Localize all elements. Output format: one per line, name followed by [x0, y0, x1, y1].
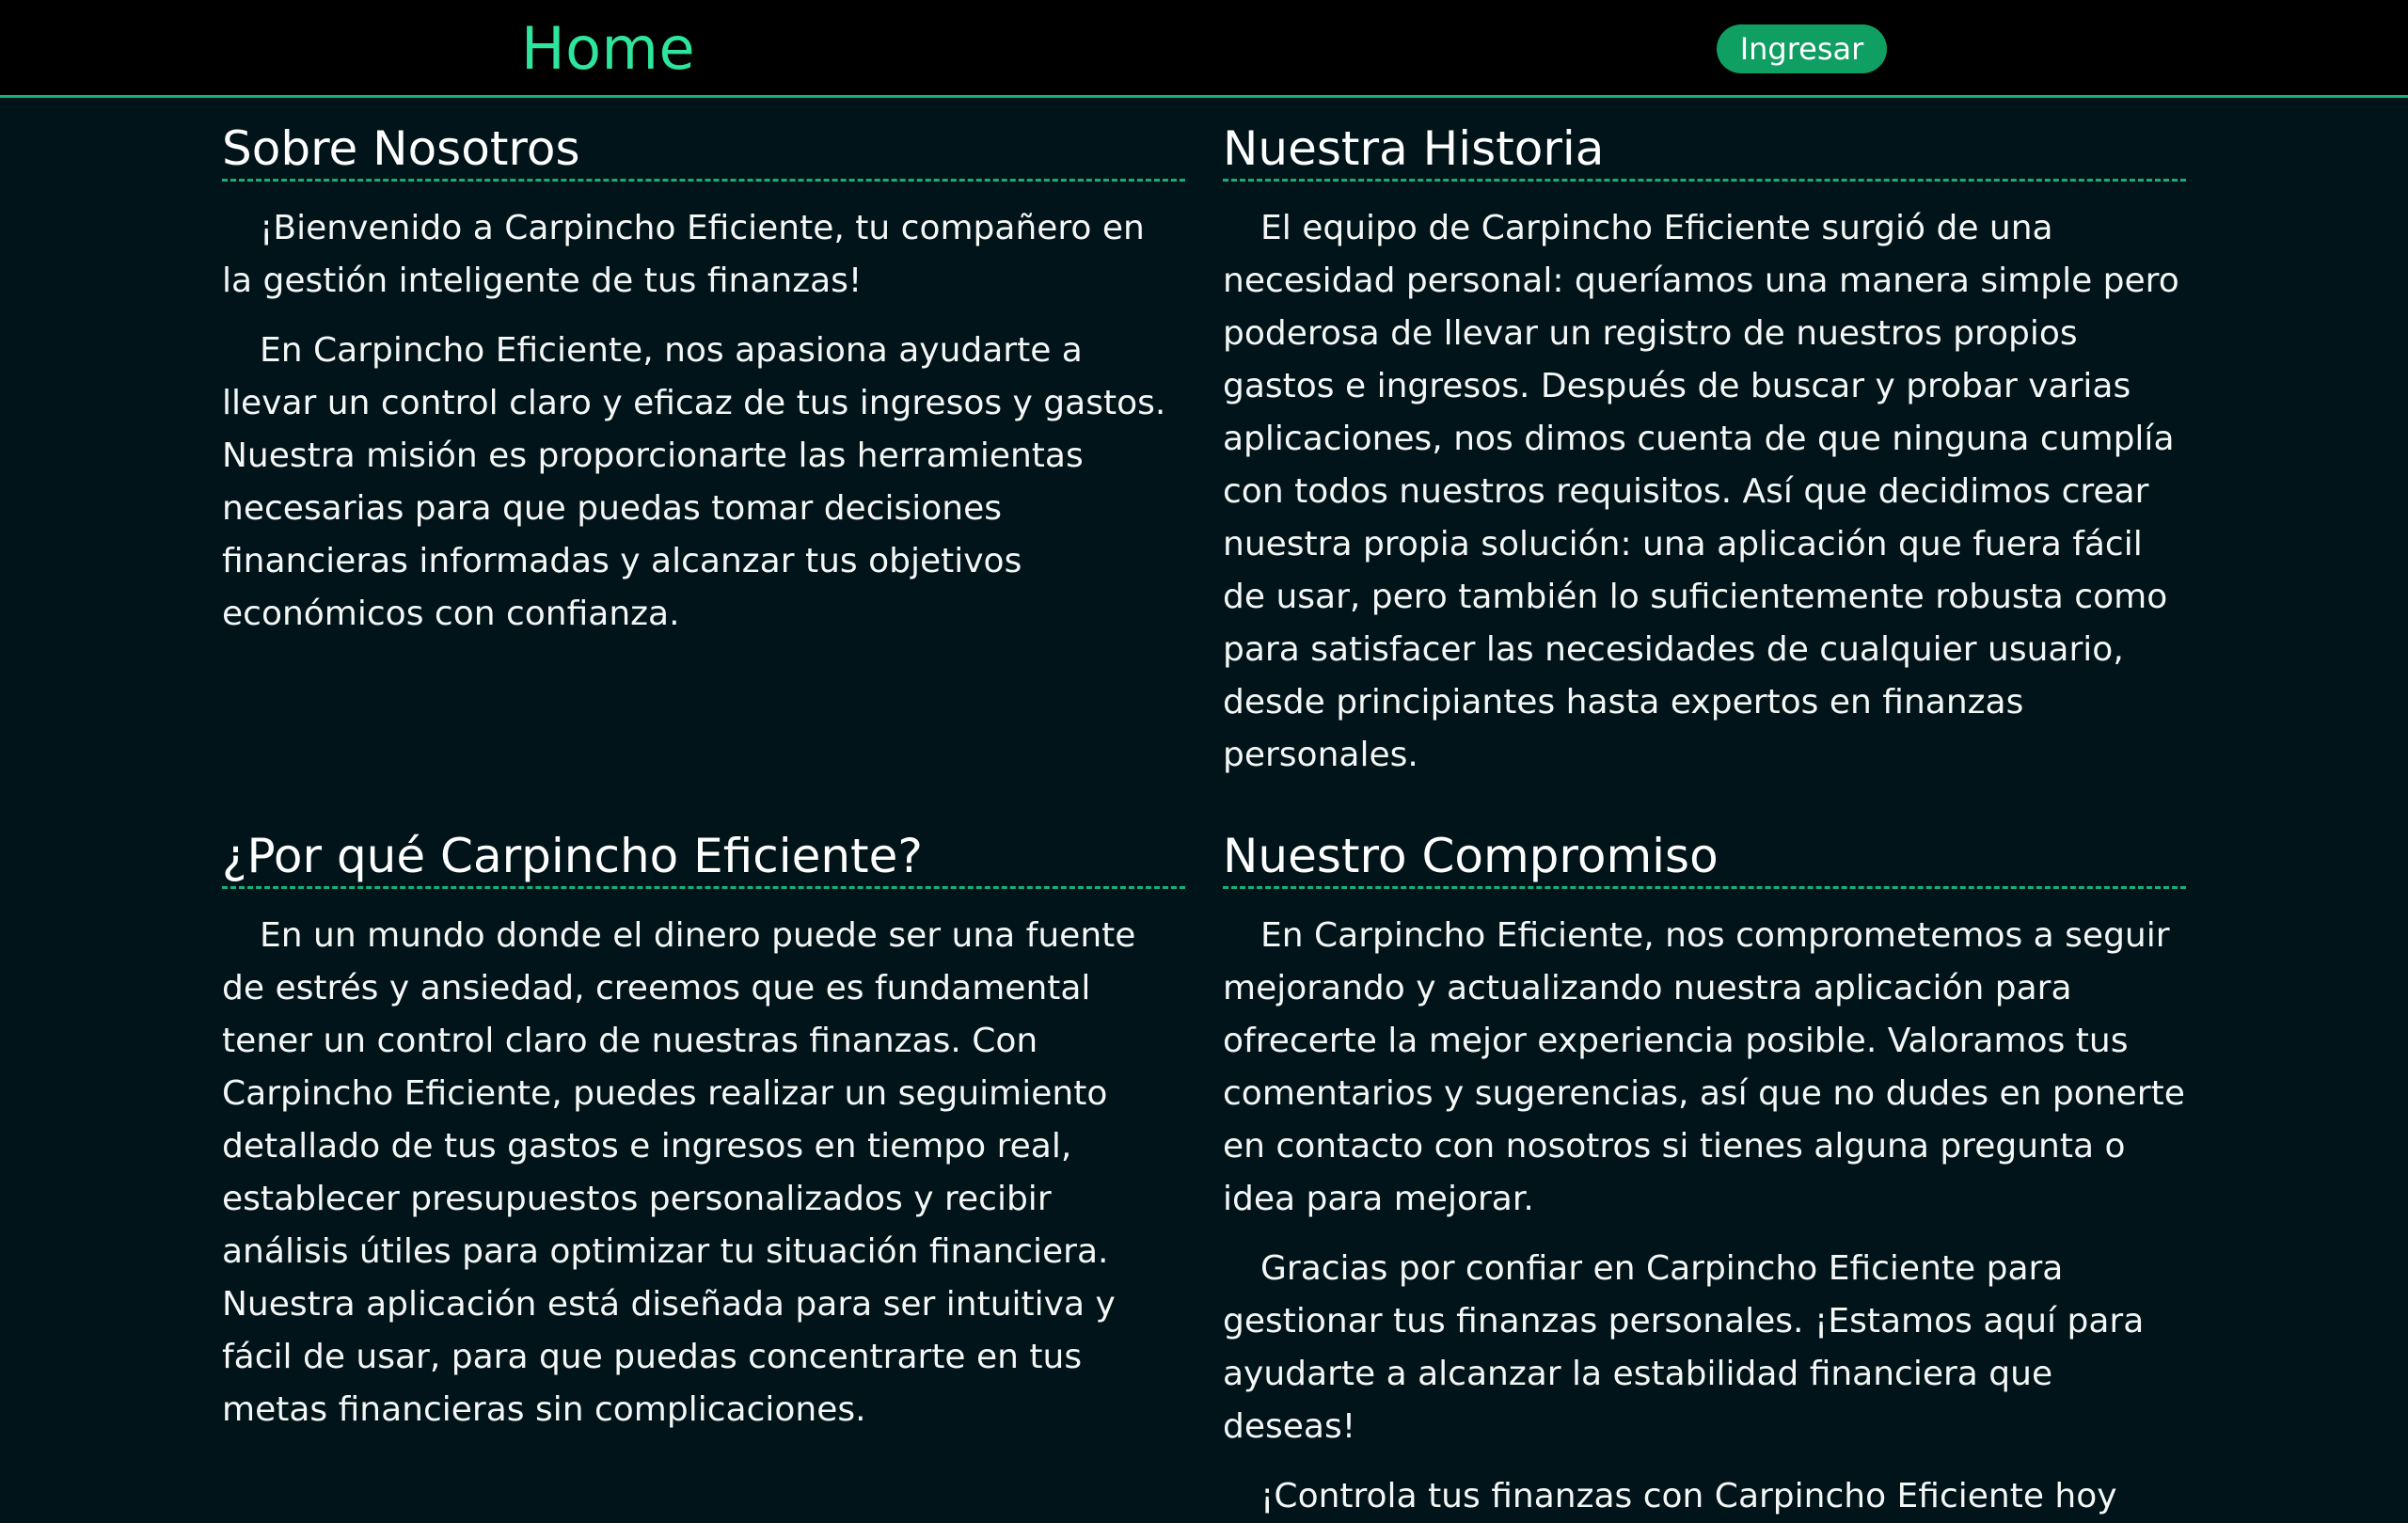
section-title: ¿Por qué Carpincho Eficiente? [222, 826, 1185, 889]
section-nuestro-compromiso: Nuestro Compromiso En Carpincho Eficient… [1223, 826, 2186, 1523]
login-button[interactable]: Ingresar [1717, 24, 1887, 73]
section-paragraph: El equipo de Carpincho Eficiente surgió … [1223, 209, 2179, 774]
top-navbar: Home Ingresar [0, 0, 2408, 98]
section-paragraph: En Carpincho Eficiente, nos comprometemo… [1223, 916, 2185, 1218]
section-por-que: ¿Por qué Carpincho Eficiente? En un mund… [222, 826, 1185, 1436]
section-paragraph: En un mundo donde el dinero puede ser un… [222, 916, 1136, 1429]
section-sobre-nosotros: Sobre Nosotros ¡Bienvenido a Carpincho E… [222, 119, 1185, 641]
section-paragraph: En Carpincho Eficiente, nos apasiona ayu… [222, 331, 1166, 633]
section-paragraph: ¡Bienvenido a Carpincho Eficiente, tu co… [222, 209, 1145, 300]
section-paragraph: Gracias por confiar en Carpincho Eficien… [1223, 1249, 2145, 1446]
section-title: Sobre Nosotros [222, 119, 1185, 182]
section-title: Nuestra Historia [1223, 119, 2186, 182]
section-paragraph: ¡Controla tus finanzas con Carpincho Efi… [1260, 1477, 2117, 1515]
home-link[interactable]: Home [521, 13, 695, 85]
section-title: Nuestro Compromiso [1223, 826, 2186, 889]
section-nuestra-historia: Nuestra Historia El equipo de Carpincho … [1223, 119, 2186, 782]
